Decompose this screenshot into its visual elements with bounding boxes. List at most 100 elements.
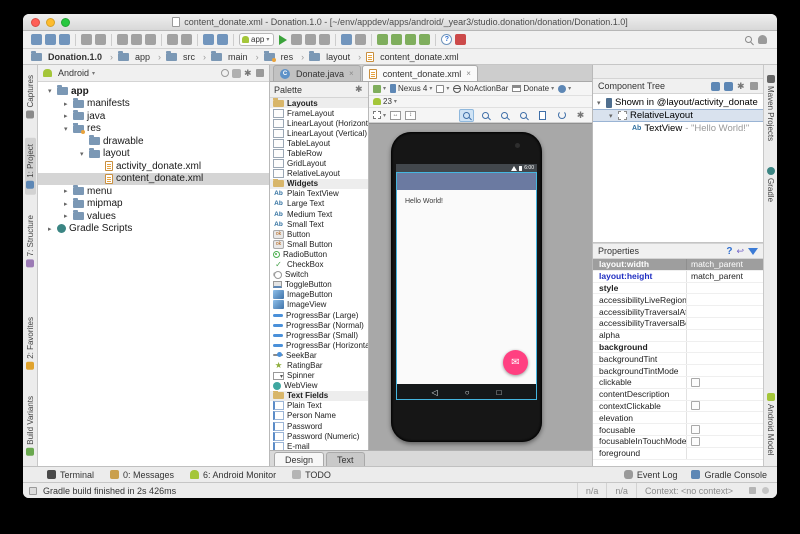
zoom-actual-icon[interactable] <box>497 109 512 122</box>
close-icon[interactable]: × <box>466 69 471 78</box>
hello-world-text[interactable]: Hello World! <box>405 198 443 205</box>
palette-row[interactable]: ProgressBar (Horizontal) <box>270 340 368 350</box>
tool-window-tab[interactable]: Maven Projects <box>765 69 776 147</box>
property-value[interactable] <box>686 294 763 305</box>
palette-row[interactable]: Plain TextView <box>270 189 368 199</box>
palette-row[interactable]: E-mail <box>270 441 368 450</box>
palette-row[interactable]: RadioButton <box>270 249 368 259</box>
property-row[interactable]: background <box>593 342 763 354</box>
project-tree-row[interactable]: app <box>38 85 269 98</box>
gear-icon[interactable] <box>573 109 588 122</box>
property-row[interactable]: clickable <box>593 377 763 389</box>
palette-row[interactable]: Person Name <box>270 411 368 421</box>
component-tree-row[interactable]: Shown in @layout/activity_donate <box>593 96 763 109</box>
revert-icon[interactable]: ↩ <box>736 246 744 257</box>
configuration-selector[interactable]: ▾ <box>373 85 386 93</box>
run-icon[interactable] <box>277 34 288 45</box>
search-everywhere-icon[interactable] <box>745 36 752 43</box>
palette-row[interactable]: SeekBar <box>270 350 368 360</box>
run-configuration-chip[interactable]: app <box>239 33 274 46</box>
palette-row[interactable]: GridLayout <box>270 159 368 169</box>
property-value[interactable] <box>686 330 763 341</box>
open-project-icon[interactable] <box>31 34 42 45</box>
breadcrumb-item[interactable]: app <box>118 52 166 62</box>
palette-row[interactable]: LinearLayout (Vertical) <box>270 128 368 138</box>
sync-gradle-icon[interactable] <box>377 34 388 45</box>
palette-row[interactable]: RatingBar <box>270 360 368 370</box>
palette-row[interactable]: Password (Numeric) <box>270 431 368 441</box>
undo-icon[interactable] <box>81 34 92 45</box>
palette-row[interactable]: Switch <box>270 270 368 280</box>
breadcrumb-item[interactable]: main <box>211 52 264 62</box>
redo-icon[interactable] <box>95 34 106 45</box>
breadcrumb-item[interactable]: Donation.1.0 <box>31 52 118 62</box>
palette-row[interactable]: ImageButton <box>270 290 368 300</box>
device-selector[interactable]: Nexus 4▾ <box>390 84 432 93</box>
property-row[interactable]: backgroundTint <box>593 353 763 365</box>
tree-expand-arrow-icon[interactable] <box>80 150 89 158</box>
property-row[interactable]: contextClickable <box>593 401 763 413</box>
help-icon[interactable]: ? <box>726 246 732 257</box>
palette-row[interactable]: Small Button <box>270 239 368 249</box>
activity-selector[interactable]: Donate▾ <box>512 84 554 93</box>
zoom-in-icon[interactable] <box>459 109 474 122</box>
fab-button[interactable]: ✉ <box>503 350 528 375</box>
back-icon[interactable] <box>203 34 214 45</box>
refresh-icon[interactable] <box>554 109 569 122</box>
find-icon[interactable] <box>167 34 178 45</box>
coverage-icon[interactable] <box>305 34 316 45</box>
palette-row[interactable]: Password <box>270 421 368 431</box>
separator[interactable] <box>335 34 336 46</box>
palette-row[interactable]: Widgets <box>270 179 368 189</box>
tree-expand-arrow-icon[interactable] <box>64 200 73 208</box>
design-text-tab[interactable]: Text <box>326 452 365 466</box>
preview-content[interactable]: Hello World! ✉ <box>396 190 537 384</box>
api-level-selector[interactable]: 23▾ <box>373 97 397 106</box>
gear-icon[interactable] <box>355 85 364 94</box>
palette-row[interactable]: Large Text <box>270 199 368 209</box>
property-value[interactable] <box>686 283 763 294</box>
tree-expand-arrow-icon[interactable] <box>609 112 618 120</box>
save-all-icon[interactable] <box>45 34 56 45</box>
property-value[interactable] <box>686 389 763 400</box>
tree-expand-arrow-icon[interactable] <box>64 212 73 220</box>
tool-window-tab[interactable]: 1: Project <box>25 138 36 195</box>
fit-height-icon[interactable]: ↕ <box>405 111 416 120</box>
minimize-window-button[interactable] <box>46 18 55 27</box>
property-value[interactable] <box>686 412 763 423</box>
close-window-button[interactable] <box>31 18 40 27</box>
highlighting-level-icon[interactable] <box>762 487 769 494</box>
separator[interactable] <box>197 34 198 46</box>
sdk-manager-icon[interactable] <box>405 34 416 45</box>
tool-window-tab[interactable]: 7: Structure <box>25 209 36 273</box>
lock-icon[interactable] <box>749 487 756 494</box>
breadcrumb-item[interactable]: res <box>264 52 310 62</box>
project-tree-row[interactable]: manifests <box>38 98 269 111</box>
property-value[interactable] <box>686 306 763 317</box>
palette-row[interactable]: ImageView <box>270 300 368 310</box>
stop-icon[interactable] <box>355 34 366 45</box>
palette-row[interactable]: LinearLayout (Horizontal) <box>270 118 368 128</box>
property-value[interactable]: match_parent <box>686 259 763 270</box>
palette-row[interactable]: Layouts <box>270 98 368 108</box>
fit-width-icon[interactable]: ↔ <box>390 111 401 120</box>
project-tree-row[interactable]: values <box>38 210 269 223</box>
project-tree-row[interactable]: content_donate.xml <box>38 173 269 186</box>
palette-row[interactable]: WebView <box>270 381 368 391</box>
property-row[interactable]: style <box>593 283 763 295</box>
debug-icon[interactable] <box>291 34 302 45</box>
palette-row[interactable]: Spinner <box>270 371 368 381</box>
property-value[interactable]: match_parent <box>686 271 763 282</box>
replace-icon[interactable] <box>181 34 192 45</box>
property-row[interactable]: accessibilityLiveRegion <box>593 294 763 306</box>
chevron-down-icon[interactable]: ▾ <box>92 70 95 77</box>
property-row[interactable]: contentDescription <box>593 389 763 401</box>
separator[interactable] <box>371 34 372 46</box>
property-row[interactable]: layout:heightmatch_parent <box>593 271 763 283</box>
variant-selector[interactable]: ▾ <box>373 111 386 119</box>
copy-icon[interactable] <box>131 34 142 45</box>
separator[interactable] <box>111 34 112 46</box>
scroll-to-source-icon[interactable] <box>221 69 229 77</box>
android-monitor-icon[interactable] <box>419 34 430 45</box>
property-row[interactable]: foreground <box>593 448 763 460</box>
